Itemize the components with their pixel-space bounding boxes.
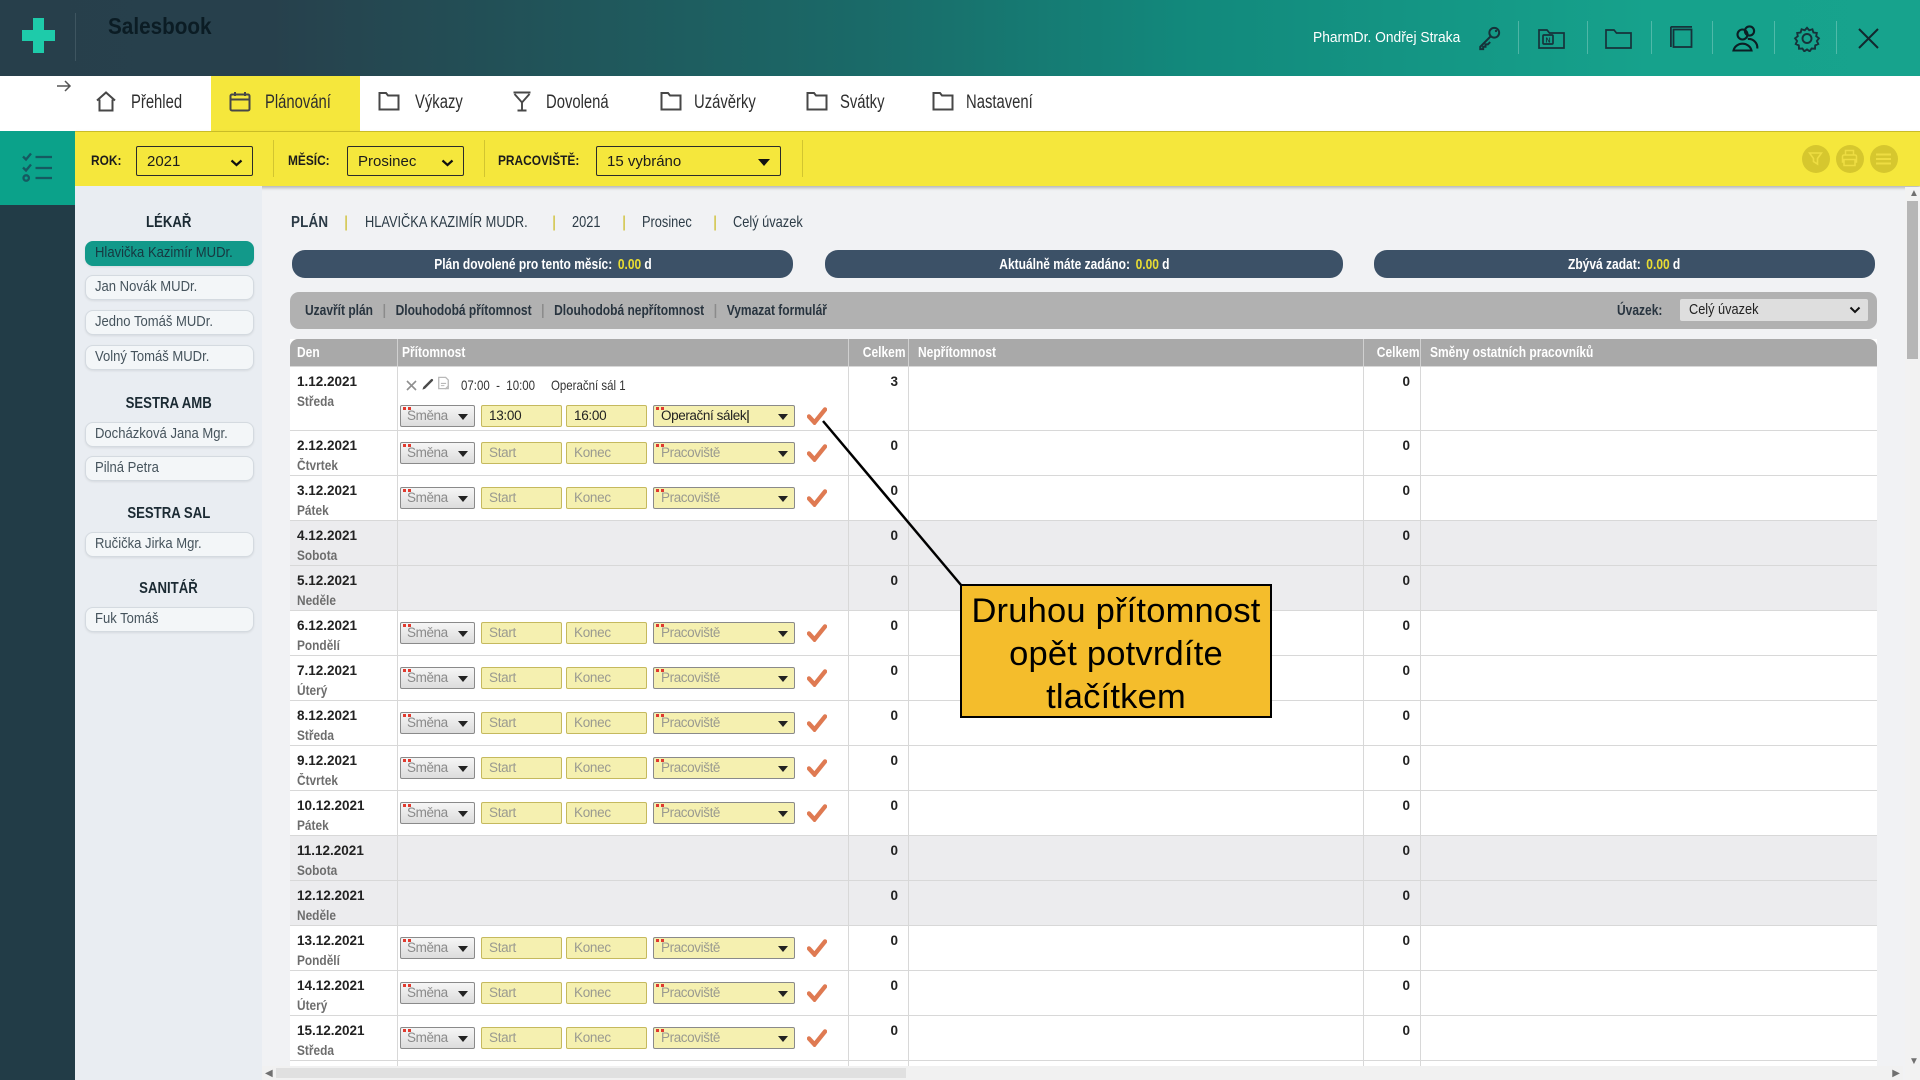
svg-text:N: N (1545, 38, 1550, 45)
